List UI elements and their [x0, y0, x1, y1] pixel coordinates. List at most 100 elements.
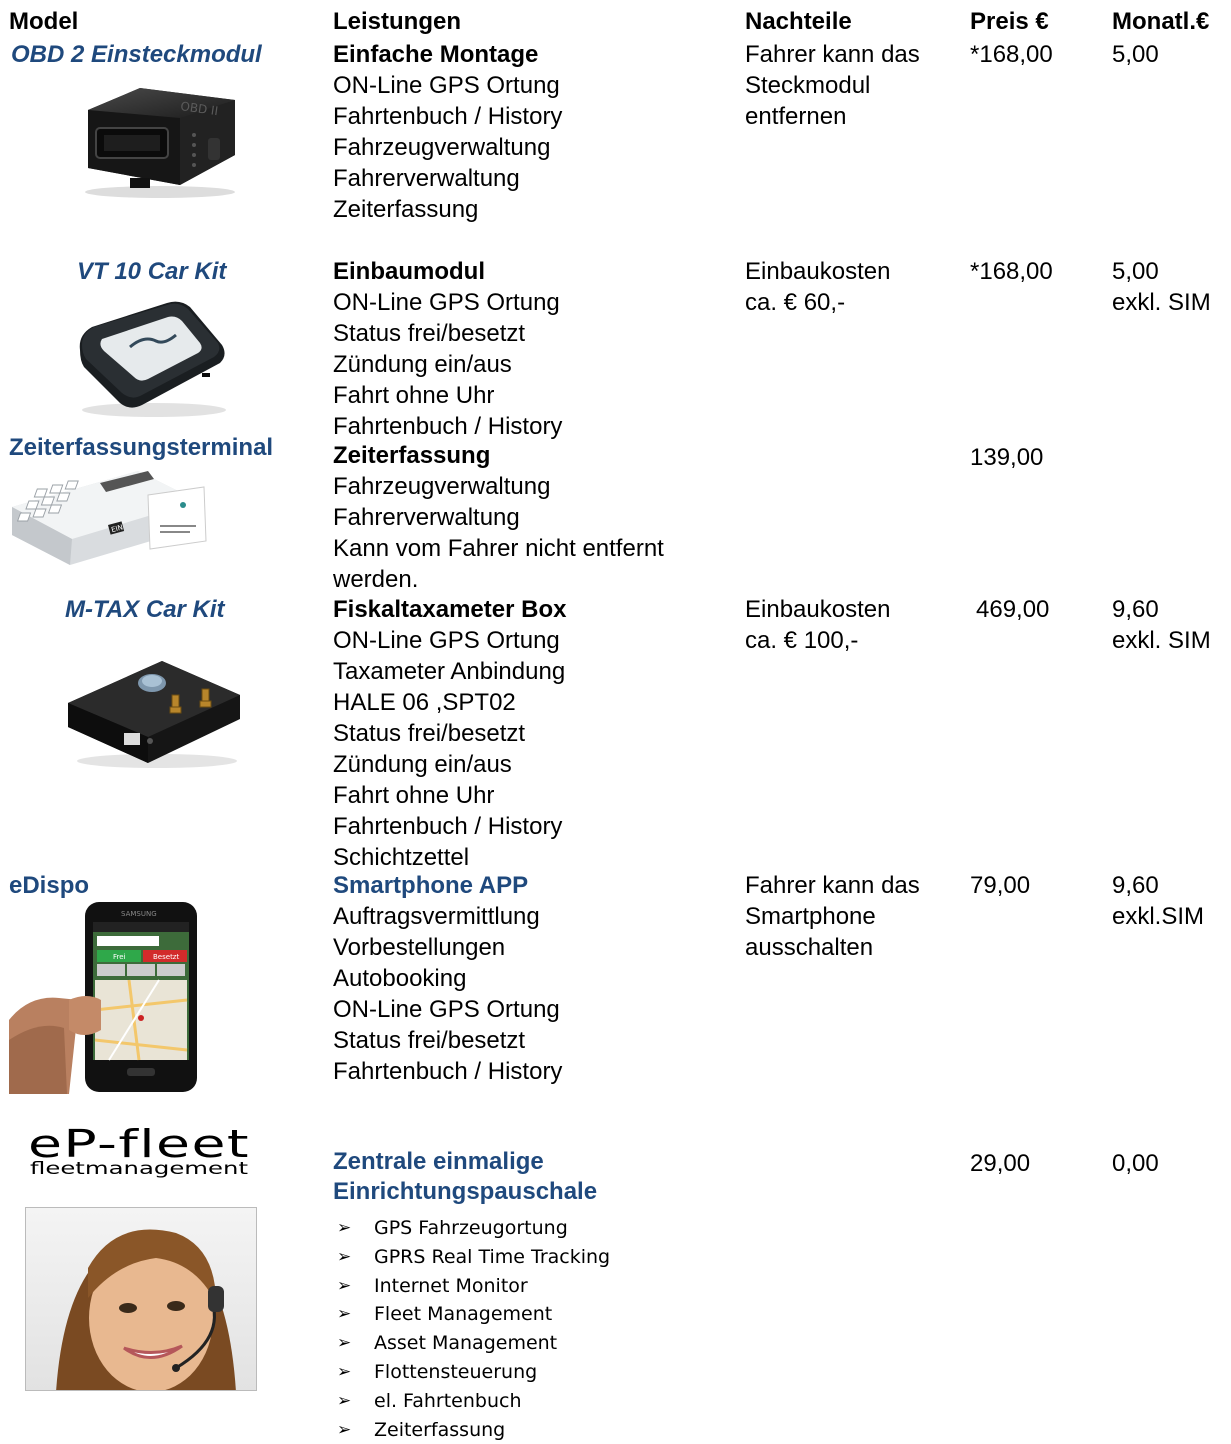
- feature-item: werden.: [333, 566, 419, 593]
- preis-vt10: *168,00: [970, 258, 1053, 285]
- arrow-bullet-icon: ➢: [337, 1304, 352, 1325]
- monatl-edispo: 9,60 exkl.SIM: [1112, 870, 1204, 932]
- model-name-zeiterfassungsterminal: Zeiterfassungsterminal: [9, 434, 274, 461]
- monatl-note: exkl. SIM: [1112, 289, 1211, 316]
- list-item: ➢ GPRS Real Time Tracking: [335, 1243, 610, 1272]
- central-feature-list: ➢ GPS Fahrzeugortung ➢ GPRS Real Time Trac…: [335, 1214, 610, 1444]
- feature-item: Fahrzeugverwaltung: [333, 134, 551, 161]
- feature-item: Status frei/besetzt: [333, 720, 526, 747]
- preis-obd2: *168,00: [970, 41, 1053, 68]
- monatl-obd2: 5,00: [1112, 41, 1159, 68]
- nachteil-item: Steckmodul: [745, 72, 871, 99]
- phone-besetzt-label: Besetzt: [153, 953, 179, 961]
- feature-item: Vorbestellungen: [333, 934, 506, 961]
- feature-item: Fahrtenbuch / History: [333, 103, 563, 130]
- vt10-device-image: [72, 295, 232, 425]
- nachteile-edispo: Fahrer kann das Smartphone ausschalten: [745, 870, 920, 963]
- time-terminal-image: EIN: [8, 465, 208, 575]
- header-model: Model: [9, 8, 79, 35]
- feature-item: Autobooking: [333, 965, 467, 992]
- arrow-bullet-icon: ➢: [337, 1390, 352, 1411]
- list-item: ➢ GPS Fahrzeugortung: [335, 1214, 610, 1243]
- arrow-bullet-icon: ➢: [337, 1246, 352, 1267]
- features-edispo: Smartphone APP Auftragsvermittlung Vorbe…: [333, 870, 562, 1087]
- mtax-box-image: [62, 633, 247, 778]
- nachteil-item: ausschalten: [745, 934, 874, 961]
- list-item: ➢ Asset Management: [335, 1329, 610, 1358]
- feature-item: ON-Line GPS Ortung: [333, 289, 560, 316]
- feature-item: Fahrerverwaltung: [333, 165, 520, 192]
- monatl-note: exkl. SIM: [1112, 627, 1211, 654]
- feature-item: Fahrtenbuch / History: [333, 813, 563, 840]
- monatl-central: 0,00: [1112, 1150, 1159, 1177]
- central-title-line: Zentrale einmalige: [333, 1148, 544, 1175]
- list-item: ➢ Internet Monitor: [335, 1272, 610, 1301]
- feature-item: Schichtzettel: [333, 844, 470, 871]
- feature-item: Fahrtenbuch / History: [333, 1058, 563, 1085]
- feature-item: HALE 06 ,SPT02: [333, 689, 516, 716]
- feature-item: Fahrerverwaltung: [333, 504, 520, 531]
- nachteil-item: Smartphone: [745, 903, 876, 930]
- monatl-note: exkl.SIM: [1112, 903, 1205, 930]
- features-zeiterfassungsterminal: Zeiterfassung Fahrzeugverwaltung Fahrerv…: [333, 440, 664, 595]
- obd2-module-image: OBD II: [70, 80, 245, 205]
- features-obd2: Einfache Montage ON-Line GPS Ortung Fahr…: [333, 39, 562, 225]
- central-title-line: Einrichtungspauschale: [333, 1178, 598, 1205]
- nachteil-item: Fahrer kann das: [745, 41, 920, 68]
- nachteile-vt10: Einbaukosten ca. € 60,-: [745, 256, 890, 318]
- nachteile-mtax: Einbaukosten ca. € 100,-: [745, 594, 890, 656]
- feature-item: Auftragsvermittlung: [333, 903, 540, 930]
- arrow-bullet-icon: ➢: [337, 1218, 352, 1238]
- arrow-bullet-icon: ➢: [337, 1419, 352, 1440]
- header-preis: Preis €: [970, 8, 1049, 35]
- nachteil-item: Fahrer kann das: [745, 872, 920, 899]
- list-item: ➢ Zeiterfassung: [335, 1416, 610, 1444]
- preis-edispo: 79,00: [970, 872, 1031, 899]
- preis-central: 29,00: [970, 1150, 1031, 1177]
- nachteil-item: ca. € 60,-: [745, 289, 846, 316]
- feature-item: Fahrt ohne Uhr: [333, 382, 495, 409]
- feature-item: ON-Line GPS Ortung: [333, 72, 560, 99]
- model-name-vt10: VT 10 Car Kit: [77, 258, 227, 285]
- nachteil-item: entfernen: [745, 103, 847, 130]
- monatl-value: 9,60: [1112, 872, 1159, 899]
- feature-item: Zündung ein/aus: [333, 351, 512, 378]
- feature-item: Taxameter Anbindung: [333, 658, 566, 685]
- svg-text:SAMSUNG: SAMSUNG: [121, 910, 157, 918]
- feature-item: ON-Line GPS Ortung: [333, 627, 560, 654]
- header-leistungen: Leistungen: [333, 8, 462, 35]
- header-nachteile: Nachteile: [745, 8, 852, 35]
- feature-item: Fahrtenbuch / History: [333, 413, 563, 440]
- monatl-value: 9,60: [1112, 596, 1159, 623]
- feature-item: Zeiterfassung: [333, 442, 491, 469]
- features-vt10: Einbaumodul ON-Line GPS Ortung Status fr…: [333, 256, 562, 442]
- preis-zeiterfassungsterminal: 139,00: [970, 444, 1044, 471]
- nachteil-item: Einbaukosten: [745, 258, 891, 285]
- feature-item: Zeiterfassung: [333, 196, 479, 223]
- nachteil-item: Einbaukosten: [745, 596, 891, 623]
- central-setup-title: Zentrale einmalige Einrichtungspauschale: [333, 1147, 597, 1207]
- feature-item: Status frei/besetzt: [333, 1027, 526, 1054]
- feature-item: Fahrt ohne Uhr: [333, 782, 495, 809]
- feature-item: Einfache Montage: [333, 41, 539, 68]
- model-name-edispo: eDispo: [9, 872, 90, 899]
- monatl-vt10: 5,00 exkl. SIM: [1112, 256, 1211, 318]
- call-center-operator-photo: [25, 1207, 257, 1391]
- feature-item: Kann vom Fahrer nicht entfernt: [333, 535, 664, 562]
- monatl-value: 5,00: [1112, 258, 1159, 285]
- features-mtax: Fiskaltaxameter Box ON-Line GPS Ortung T…: [333, 594, 566, 873]
- feature-item: ON-Line GPS Ortung: [333, 996, 560, 1023]
- arrow-bullet-icon: ➢: [337, 1333, 352, 1354]
- list-item: ➢ Flottensteuerung: [335, 1358, 610, 1387]
- feature-item: Smartphone APP: [333, 872, 529, 899]
- preis-mtax: 469,00: [976, 596, 1050, 623]
- model-name-mtax: M-TAX Car Kit: [65, 596, 225, 623]
- list-item: ➢ el. Fahrtenbuch: [335, 1387, 610, 1416]
- logo-tagline: fleetmanagement: [30, 1159, 248, 1179]
- nachteil-item: ca. € 100,-: [745, 627, 859, 654]
- monatl-mtax: 9,60 exkl. SIM: [1112, 594, 1211, 656]
- feature-item: Fahrzeugverwaltung: [333, 473, 551, 500]
- list-item: ➢ Fleet Management: [335, 1300, 610, 1329]
- phone-frei-label: Frei: [113, 953, 126, 961]
- feature-item: Einbaumodul: [333, 258, 485, 285]
